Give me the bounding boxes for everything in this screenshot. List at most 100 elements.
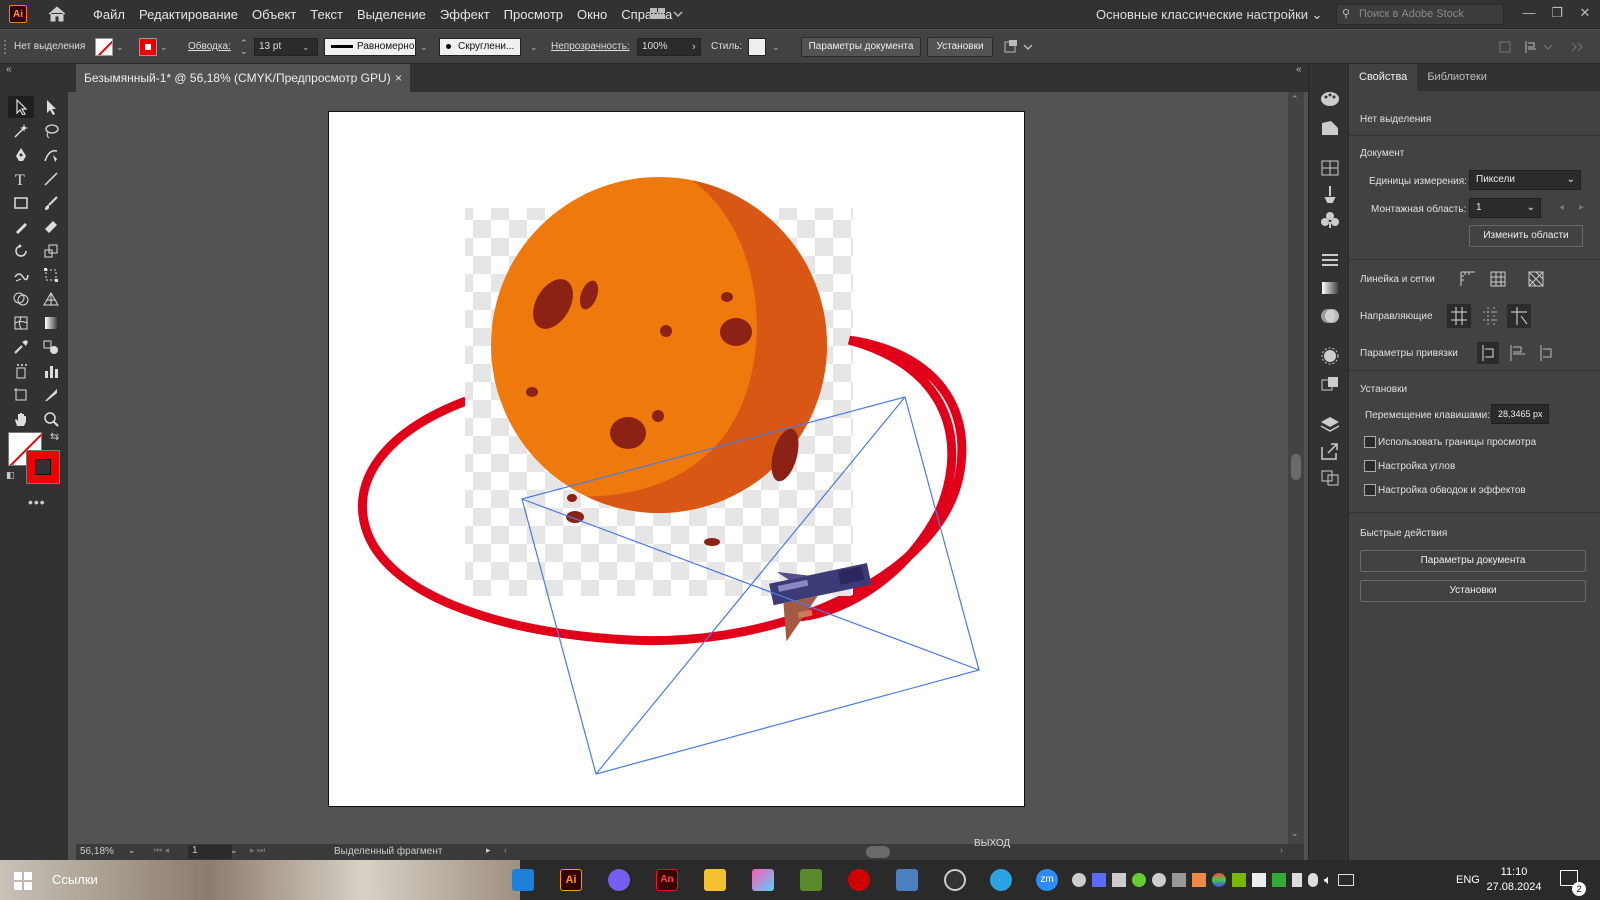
artboard-tool-icon[interactable] <box>8 384 34 406</box>
color-guide-icon[interactable] <box>1319 118 1341 138</box>
stroke-swatch[interactable] <box>139 38 157 56</box>
zoom-tool-icon[interactable] <box>38 408 64 430</box>
warp-tool-icon[interactable] <box>8 264 34 286</box>
use-preview-bounds-checkbox[interactable] <box>1364 436 1376 448</box>
rectangle-tool-icon[interactable] <box>8 192 34 214</box>
photos-app-icon[interactable] <box>512 869 534 891</box>
more-tools-icon[interactable]: ••• <box>28 494 46 510</box>
zoom-level[interactable]: 56,18% <box>80 846 114 857</box>
animate-icon[interactable]: An <box>656 869 678 891</box>
rulers-grids-icons[interactable] <box>1459 270 1569 288</box>
direct-selection-tool-icon[interactable] <box>38 96 64 118</box>
opacity-label[interactable]: Непрозрачность: <box>551 30 630 64</box>
scale-strokes-checkbox[interactable] <box>1364 484 1376 496</box>
blend-tool-icon[interactable] <box>38 336 64 358</box>
next-artboard-icon[interactable]: ▸ <box>1579 202 1584 213</box>
document-setup-button[interactable]: Параметры документа <box>801 37 921 57</box>
vertical-scrollbar[interactable]: ⌃ ⌄ <box>1288 92 1304 844</box>
godot-icon[interactable] <box>896 869 918 891</box>
quick-preferences-button[interactable]: Установки <box>1360 580 1586 602</box>
paintbrush-tool-icon[interactable] <box>38 192 64 214</box>
vertical-scroll-thumb[interactable] <box>1291 454 1301 480</box>
tray-app-icon[interactable] <box>1252 873 1266 887</box>
paint-app-icon[interactable] <box>752 869 774 891</box>
scroll-up-icon[interactable]: ⌃ <box>1291 94 1299 105</box>
selection-tool-icon[interactable] <box>8 96 34 118</box>
artboards-panel-icon[interactable] <box>1319 468 1341 488</box>
tray-nvidia-icon[interactable] <box>1232 873 1246 887</box>
chevron-down-icon[interactable]: ⌄ <box>128 845 136 856</box>
swap-colors-icon[interactable]: ⇆ <box>50 430 59 443</box>
tray-app-icon[interactable] <box>1272 873 1286 887</box>
mesh-tool-icon[interactable] <box>8 312 34 334</box>
chevron-down-icon[interactable]: ⌄ <box>116 30 124 64</box>
tab-properties[interactable]: Свойства <box>1349 64 1418 91</box>
perspective-grid-tool-icon[interactable] <box>38 288 64 310</box>
chevron-down-icon[interactable]: ⌄ <box>230 845 238 856</box>
tray-obs-icon[interactable] <box>1072 873 1086 887</box>
system-tray-icons[interactable]: 🔈︎ <box>1072 860 1412 900</box>
menu-effect[interactable]: Эффект <box>433 0 497 29</box>
tray-app-icon[interactable] <box>1192 873 1206 887</box>
viber-icon[interactable] <box>608 869 630 891</box>
collapse-right-icon[interactable]: « <box>1296 64 1302 75</box>
symbols-icon[interactable] <box>1319 210 1341 230</box>
variable-width-profile[interactable]: Равномерно <box>324 38 416 56</box>
color-palette-icon[interactable] <box>1319 89 1341 109</box>
transparency-icon[interactable] <box>1319 306 1341 326</box>
illustrator-taskbar-icon[interactable]: Ai <box>560 869 582 891</box>
preferences-button[interactable]: Установки <box>927 37 993 57</box>
tray-mic-icon[interactable] <box>1308 873 1318 887</box>
line-tool-icon[interactable] <box>38 168 64 190</box>
canvas-area[interactable] <box>76 92 1288 844</box>
document-tab[interactable]: Безымянный-1* @ 56,18% (CMYK/Предпросмот… <box>76 64 410 92</box>
zoom-app-icon[interactable]: zm <box>1036 869 1058 891</box>
last-artboard-icon[interactable]: ▸ ⏭ <box>250 845 265 856</box>
appearance-icon[interactable] <box>1319 346 1341 366</box>
keyboard-increment-input[interactable]: 28,3465 px <box>1491 404 1549 424</box>
chevron-down-icon[interactable]: ⌄ <box>420 30 428 64</box>
scale-corners-checkbox[interactable] <box>1364 460 1376 472</box>
brush-definition[interactable]: Скруглени... <box>439 38 521 56</box>
tray-app-icon[interactable] <box>1092 873 1106 887</box>
scroll-left-icon[interactable]: ‹ <box>504 845 507 855</box>
layers-icon[interactable] <box>1319 414 1341 434</box>
file-explorer-icon[interactable] <box>704 869 726 891</box>
artboard-number-input[interactable]: 1 <box>188 845 232 859</box>
artboard-select[interactable]: 1 ⌄ <box>1469 198 1541 218</box>
arrange-documents-icon[interactable] <box>650 7 684 21</box>
curvature-tool-icon[interactable] <box>38 144 64 166</box>
chevron-down-icon[interactable]: ⌄ <box>302 30 310 64</box>
home-icon[interactable] <box>47 5 67 23</box>
scale-tool-icon[interactable] <box>38 240 64 262</box>
menu-select[interactable]: Выделение <box>350 0 433 29</box>
eraser-tool-icon[interactable] <box>38 216 64 238</box>
first-artboard-icon[interactable]: ⏮ ◂ <box>154 845 169 856</box>
swatches-icon[interactable] <box>1319 158 1341 178</box>
quick-document-setup-button[interactable]: Параметры документа <box>1360 550 1586 572</box>
stroke-panel-icon[interactable] <box>1319 250 1341 270</box>
shaper-tool-icon[interactable] <box>8 216 34 238</box>
chevron-right-icon[interactable]: › <box>692 30 696 64</box>
scroll-down-icon[interactable]: ⌄ <box>1291 828 1299 839</box>
tray-network-icon[interactable] <box>1337 874 1354 886</box>
tray-battery-icon[interactable] <box>1292 873 1302 887</box>
type-tool-icon[interactable]: T <box>8 168 34 190</box>
chevron-down-icon[interactable]: ⌄ <box>160 30 168 64</box>
tray-app-icon[interactable] <box>1132 873 1146 887</box>
align-options-icon[interactable] <box>1004 39 1034 55</box>
collapse-left-icon[interactable]: « <box>6 64 12 75</box>
tray-chrome-icon[interactable] <box>1212 873 1226 887</box>
column-graph-tool-icon[interactable] <box>38 360 64 382</box>
fill-swatch[interactable] <box>95 38 113 56</box>
minimize-button[interactable]: — <box>1518 3 1540 23</box>
tray-app-icon[interactable] <box>1172 873 1186 887</box>
brushes-icon[interactable] <box>1319 184 1341 204</box>
obs-icon[interactable] <box>944 869 966 891</box>
menu-window[interactable]: Окно <box>570 0 614 29</box>
previous-artboard-icon[interactable]: ◂ <box>1559 202 1564 213</box>
graphic-styles-icon[interactable] <box>1319 374 1341 394</box>
stroke-color-box[interactable] <box>26 450 60 484</box>
telegram-icon[interactable] <box>990 869 1012 891</box>
default-colors-icon[interactable]: ◧ <box>6 470 15 481</box>
